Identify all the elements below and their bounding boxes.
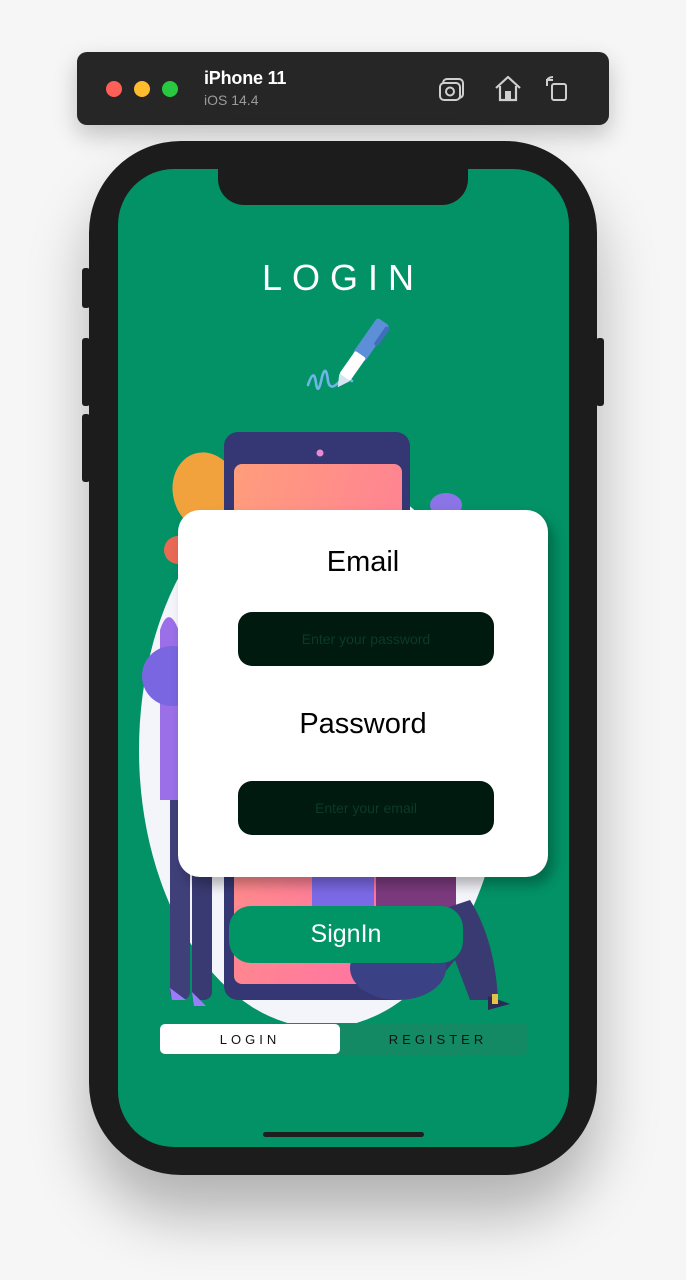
phone-notch [218,165,468,205]
volume-up-button [82,338,90,406]
password-label: Password [299,708,427,740]
home-indicator [263,1132,424,1137]
device-name: iPhone 11 [204,68,287,88]
power-button [596,338,604,406]
rotate-icon[interactable] [543,74,573,104]
page-title: LOGIN [261,257,425,298]
email-field[interactable] [238,612,494,666]
email-label: Email [326,546,400,578]
volume-down-button [82,414,90,482]
password-field[interactable] [238,781,494,835]
tab-register[interactable]: REGISTER [348,1024,528,1054]
close-window-button[interactable] [106,81,122,97]
screenshot-icon[interactable] [438,74,468,104]
os-version: iOS 14.4 [204,92,259,108]
minimize-window-button[interactable] [134,81,150,97]
zoom-window-button[interactable] [162,81,178,97]
signin-button[interactable]: SignIn [229,906,463,963]
simulator-toolbar [77,52,609,125]
home-icon[interactable] [493,74,523,104]
tab-login[interactable]: LOGIN [160,1024,340,1054]
